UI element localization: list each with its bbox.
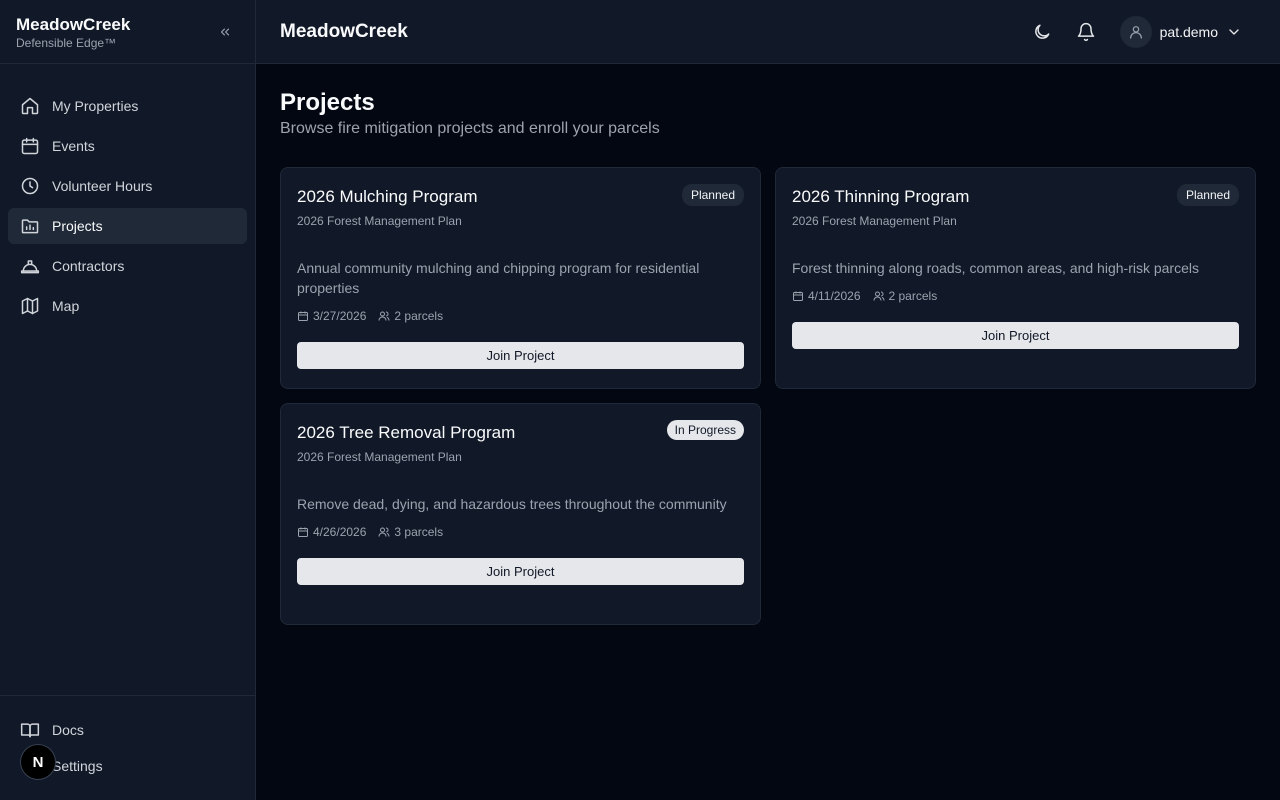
brand: MeadowCreek Defensible Edge™	[0, 0, 255, 64]
project-parcels: 3 parcels	[394, 525, 444, 539]
sidebar-item-label: Settings	[52, 758, 103, 774]
calendar-icon	[297, 526, 309, 538]
sidebar-item-label: Events	[52, 138, 95, 154]
page-title: Projects	[280, 89, 375, 116]
calendar-icon	[20, 136, 40, 156]
calendar-icon	[792, 290, 804, 302]
project-parcels: 2 parcels	[394, 309, 444, 323]
sidebar-item-my-properties[interactable]: My Properties	[8, 88, 247, 124]
users-icon	[378, 310, 390, 322]
project-plan: 2026 Forest Management Plan	[297, 214, 462, 228]
sidebar-item-label: Projects	[52, 218, 103, 234]
project-title: 2026 Mulching Program	[297, 187, 478, 206]
join-project-button[interactable]: Join Project	[297, 558, 744, 585]
project-plan: 2026 Forest Management Plan	[297, 450, 462, 464]
avatar	[1119, 15, 1152, 48]
project-date: 3/27/2026	[313, 309, 367, 323]
sidebar-item-projects[interactable]: Projects	[8, 208, 247, 244]
users-icon	[873, 290, 885, 302]
status-badge: Planned	[1176, 184, 1239, 206]
chevron-down-icon	[1226, 24, 1242, 40]
user-menu[interactable]: pat.demo	[1119, 15, 1242, 48]
project-description: Forest thinning along roads, common area…	[792, 260, 1199, 276]
status-badge: In Progress	[666, 420, 744, 440]
sidebar-item-contractors[interactable]: Contractors	[8, 248, 247, 284]
project-description: Annual community mulching and chipping p…	[297, 260, 700, 296]
page-subtitle: Browse fire mitigation projects and enro…	[280, 120, 660, 137]
sidebar-item-map[interactable]: Map	[8, 288, 247, 324]
folder-chart-icon	[20, 216, 40, 236]
project-meta: 4/11/2026 2 parcels	[792, 289, 1239, 303]
bell-icon[interactable]	[1076, 22, 1096, 42]
sidebar-item-events[interactable]: Events	[8, 128, 247, 164]
sidebar-item-label: Volunteer Hours	[52, 178, 153, 194]
sidebar-nav: My Properties Events Volunteer Hours Pro…	[0, 64, 255, 324]
clock-icon	[20, 176, 40, 196]
join-project-button[interactable]: Join Project	[297, 342, 744, 369]
sidebar-item-label: Map	[52, 298, 80, 314]
brand-name: MeadowCreek	[16, 15, 131, 34]
project-card: 2026 Thinning Program 2026 Forest Manage…	[775, 167, 1256, 389]
project-meta: 4/26/2026 3 parcels	[297, 525, 744, 539]
project-card: 2026 Tree Removal Program 2026 Forest Ma…	[280, 403, 761, 625]
project-card: 2026 Mulching Program 2026 Forest Manage…	[280, 167, 761, 389]
sidebar-item-volunteer-hours[interactable]: Volunteer Hours	[8, 168, 247, 204]
main-content: Projects Browse fire mitigation projects…	[280, 88, 1256, 625]
top-header: MeadowCreek pat.demo	[256, 0, 1280, 64]
sidebar-item-label: My Properties	[52, 98, 139, 114]
project-title: 2026 Thinning Program	[792, 187, 970, 206]
project-date: 4/11/2026	[808, 289, 861, 303]
project-parcels: 2 parcels	[888, 289, 938, 303]
user-name: pat.demo	[1159, 23, 1218, 40]
sidebar-item-label: Contractors	[52, 258, 125, 274]
project-description: Remove dead, dying, and hazardous trees …	[297, 496, 727, 512]
header-title: MeadowCreek	[280, 20, 408, 42]
dev-tools-badge[interactable]: N	[20, 744, 56, 780]
project-date: 4/26/2026	[313, 525, 367, 539]
project-meta: 3/27/2026 2 parcels	[297, 309, 744, 323]
join-project-button[interactable]: Join Project	[792, 322, 1239, 349]
users-icon	[378, 526, 390, 538]
status-badge: Planned	[681, 184, 744, 206]
project-plan: 2026 Forest Management Plan	[792, 214, 957, 228]
sidebar-item-docs[interactable]: Docs	[8, 712, 247, 748]
moon-icon[interactable]	[1032, 22, 1052, 42]
book-icon	[20, 720, 40, 740]
calendar-icon	[297, 310, 309, 322]
collapse-sidebar-icon[interactable]	[215, 22, 235, 42]
sidebar: MeadowCreek Defensible Edge™ My Properti…	[0, 0, 256, 800]
home-icon	[20, 96, 40, 116]
hard-hat-icon	[20, 256, 40, 276]
map-icon	[20, 296, 40, 316]
sidebar-item-label: Docs	[52, 722, 84, 738]
brand-subtitle: Defensible Edge™	[16, 36, 117, 50]
